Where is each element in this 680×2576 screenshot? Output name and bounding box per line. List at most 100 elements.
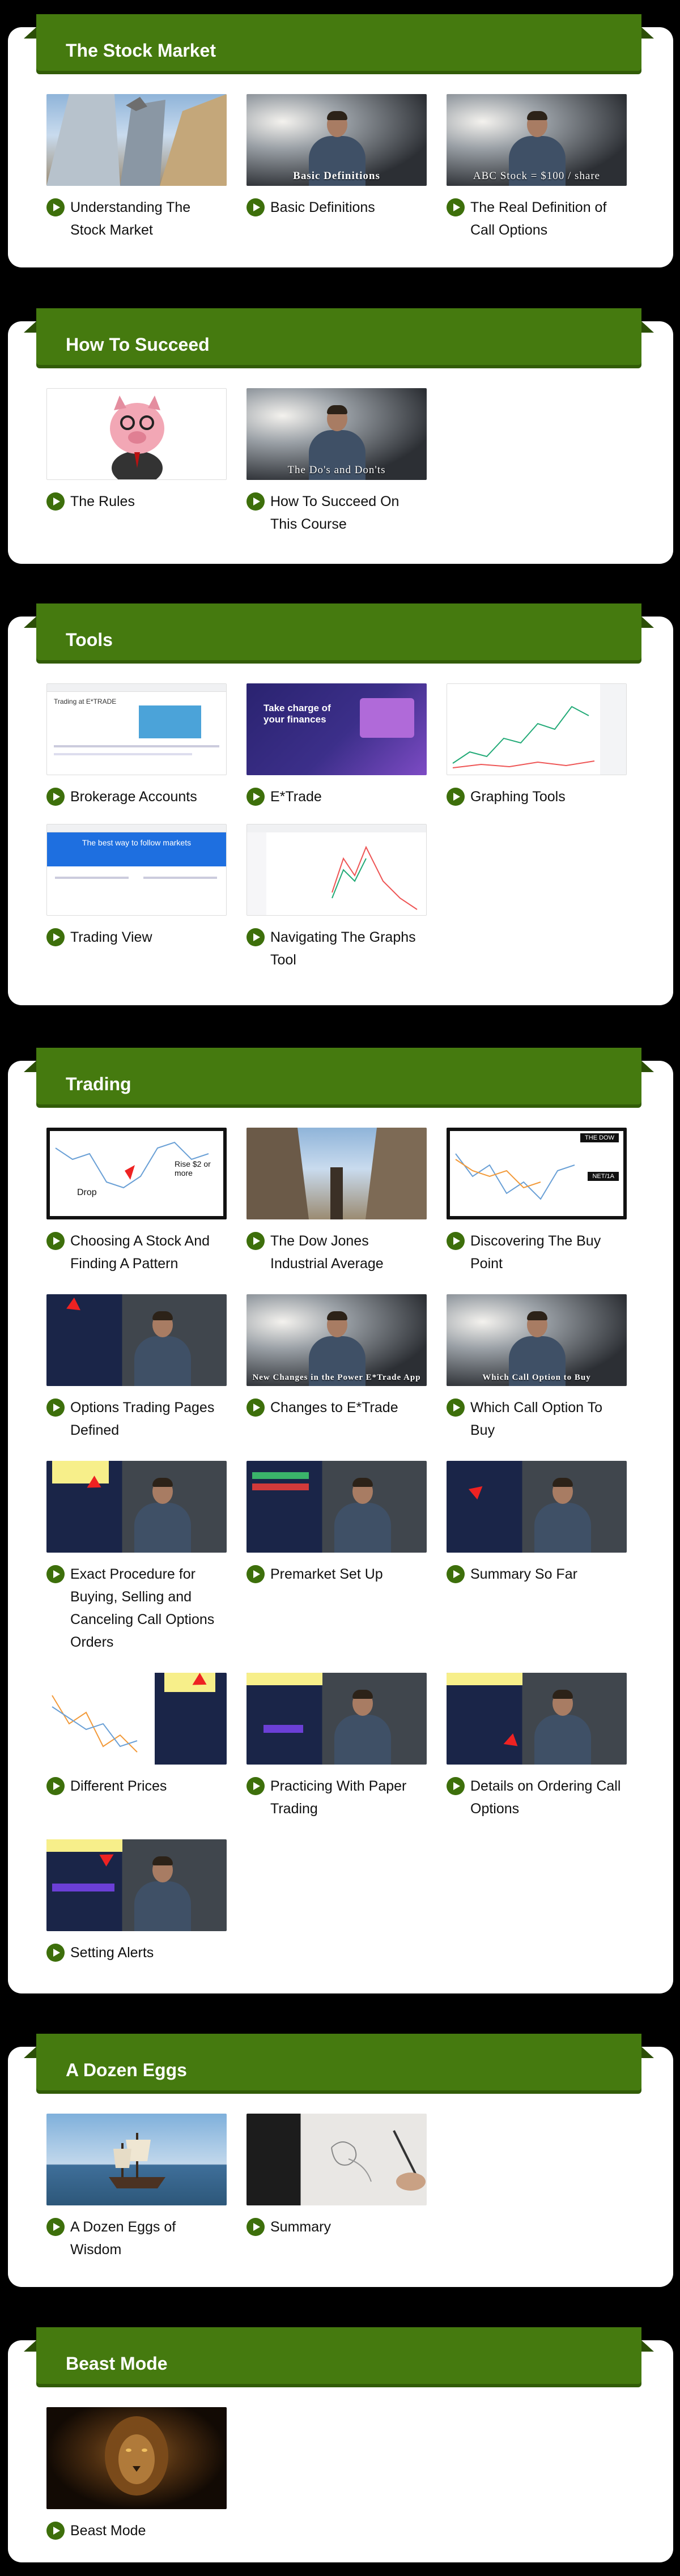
play-icon (447, 1232, 465, 1250)
play-icon (246, 492, 265, 511)
section-banner: A Dozen Eggs (24, 2034, 654, 2090)
thumbnail-caption: Which Call Option to Buy (482, 1373, 591, 1382)
lesson-thumbnail[interactable]: Basic Definitions (246, 94, 427, 186)
lesson-card[interactable]: Beast Mode (46, 2407, 227, 2542)
lesson-card[interactable]: Summary (246, 2114, 427, 2261)
section-trading: Trading Drop Rise $2 or more Choosing A … (8, 1048, 673, 1993)
presenter-image (131, 1307, 193, 1386)
lesson-thumbnail[interactable] (447, 1461, 627, 1553)
lesson-label: Options Trading Pages Defined (70, 1400, 215, 1438)
lesson-card[interactable]: The Do's and Don'ts How To Succeed On Th… (246, 388, 427, 535)
red-arrow-icon (501, 1733, 518, 1751)
lesson-label: How To Succeed On This Course (270, 494, 400, 532)
tradingview-hero-text: The best way to follow markets (47, 832, 226, 866)
lesson-card[interactable]: Exact Procedure for Buying, Selling and … (46, 1461, 227, 1653)
lesson-card[interactable]: New Changes in the Power E*Trade App Cha… (246, 1294, 427, 1442)
lesson-card[interactable]: Options Trading Pages Defined (46, 1294, 227, 1442)
lesson-thumbnail[interactable] (46, 94, 227, 186)
presenter-image (531, 1685, 593, 1765)
lesson-card[interactable]: Different Prices (46, 1673, 227, 1820)
lesson-label: Graphing Tools (470, 789, 566, 805)
thumbnail-caption: Basic Definitions (293, 170, 380, 182)
lesson-card[interactable]: Premarket Set Up (246, 1461, 427, 1653)
lesson-label: Summary So Far (470, 1566, 577, 1582)
lesson-thumbnail[interactable] (46, 1294, 227, 1386)
lesson-label: Trading View (70, 929, 152, 945)
rise-label: Rise $2 or more (175, 1159, 211, 1178)
lesson-label: A Dozen Eggs of Wisdom (70, 2219, 176, 2258)
lesson-card[interactable]: Summary So Far (447, 1461, 627, 1653)
lesson-thumbnail[interactable] (46, 2407, 227, 2509)
presenter-image (131, 1852, 193, 1931)
price-comparison-chart-image (52, 1695, 138, 1753)
lesson-card[interactable]: Details on Ordering Call Options (447, 1673, 627, 1820)
lesson-label: The Dow Jones Industrial Average (270, 1233, 384, 1272)
lesson-card[interactable]: Practicing With Paper Trading (246, 1673, 427, 1820)
section-a-dozen-eggs: A Dozen Eggs A Dozen Eggs of Wisdom Summ… (8, 2034, 673, 2287)
lesson-card[interactable]: Drop Rise $2 or more Choosing A Stock An… (46, 1128, 227, 1275)
play-icon (46, 2522, 65, 2540)
lesson-card[interactable]: THE DOW NET/1A Discovering The Buy Point (447, 1128, 627, 1275)
lesson-thumbnail[interactable] (246, 1461, 427, 1553)
lesson-thumbnail[interactable] (246, 824, 427, 916)
lesson-label: Navigating The Graphs Tool (270, 929, 416, 968)
play-icon (46, 1944, 65, 1962)
lesson-card[interactable]: The Rules (46, 388, 227, 535)
play-icon (246, 928, 265, 946)
lesson-thumbnail[interactable]: Drop Rise $2 or more (46, 1128, 227, 1219)
lesson-card[interactable]: Basic Definitions Basic Definitions (246, 94, 427, 241)
play-icon (246, 198, 265, 216)
lesson-label: Discovering The Buy Point (470, 1233, 601, 1272)
lesson-thumbnail[interactable] (46, 1839, 227, 1931)
play-icon (46, 1398, 65, 1417)
lesson-thumbnail[interactable] (46, 388, 227, 480)
thumbnail-caption: New Changes in the Power E*Trade App (252, 1373, 421, 1382)
pig-mascot-image (110, 396, 164, 479)
lesson-thumbnail[interactable]: Take charge of your finances (246, 683, 427, 775)
lesson-thumbnail[interactable] (447, 1673, 627, 1765)
lesson-thumbnail[interactable] (246, 1128, 427, 1219)
play-icon (447, 1777, 465, 1795)
section-title: The Stock Market (66, 40, 216, 61)
dow-box-label: NET/1A (588, 1172, 619, 1181)
lesson-label: Brokerage Accounts (70, 789, 197, 805)
lesson-card[interactable]: Navigating The Graphs Tool (246, 824, 427, 971)
lesson-thumbnail[interactable]: THE DOW NET/1A (447, 1128, 627, 1219)
lesson-thumbnail[interactable] (246, 1673, 427, 1765)
lesson-card[interactable]: A Dozen Eggs of Wisdom (46, 2114, 227, 2261)
lesson-card[interactable]: The Dow Jones Industrial Average (246, 1128, 427, 1275)
lesson-thumbnail[interactable] (46, 1461, 227, 1553)
lesson-card[interactable]: ABC Stock = $100 / share The Real Defini… (447, 94, 627, 241)
lesson-label: Choosing A Stock And Finding A Pattern (70, 1233, 210, 1272)
lesson-card[interactable]: Understanding The Stock Market (46, 94, 227, 241)
lesson-thumbnail[interactable] (46, 2114, 227, 2205)
lion-image (105, 2416, 168, 2496)
lesson-thumbnail[interactable]: ABC Stock = $100 / share (447, 94, 627, 186)
lesson-card[interactable]: Which Call Option to Buy Which Call Opti… (447, 1294, 627, 1442)
play-icon (246, 788, 265, 806)
lesson-card[interactable]: Take charge of your finances E*Trade (246, 683, 427, 808)
lesson-thumbnail[interactable]: Which Call Option to Buy (447, 1294, 627, 1386)
lesson-label: Summary (270, 2219, 331, 2235)
sketching-hand-image (331, 2130, 426, 2191)
section-banner: How To Succeed (24, 308, 654, 365)
lesson-thumbnail[interactable] (447, 683, 627, 775)
lesson-card[interactable]: The best way to follow markets Trading V… (46, 824, 227, 971)
lesson-card[interactable]: Graphing Tools (447, 683, 627, 808)
lesson-thumbnail[interactable]: Trading at E*TRADE (46, 683, 227, 775)
play-icon (46, 788, 65, 806)
lesson-label: Different Prices (70, 1778, 167, 1794)
red-arrow-icon (66, 1297, 84, 1316)
lesson-thumbnail[interactable]: The Do's and Don'ts (246, 388, 427, 480)
play-icon (46, 1565, 65, 1583)
play-icon (46, 492, 65, 511)
section-title: How To Succeed (66, 334, 210, 355)
lesson-label: E*Trade (270, 789, 322, 805)
play-icon (46, 1777, 65, 1795)
lesson-thumbnail[interactable] (246, 2114, 427, 2205)
lesson-thumbnail[interactable]: The best way to follow markets (46, 824, 227, 916)
lesson-thumbnail[interactable] (46, 1673, 227, 1765)
lesson-thumbnail[interactable]: New Changes in the Power E*Trade App (246, 1294, 427, 1386)
lesson-card[interactable]: Setting Alerts (46, 1839, 227, 1964)
lesson-card[interactable]: Trading at E*TRADE Brokerage Accounts (46, 683, 227, 808)
